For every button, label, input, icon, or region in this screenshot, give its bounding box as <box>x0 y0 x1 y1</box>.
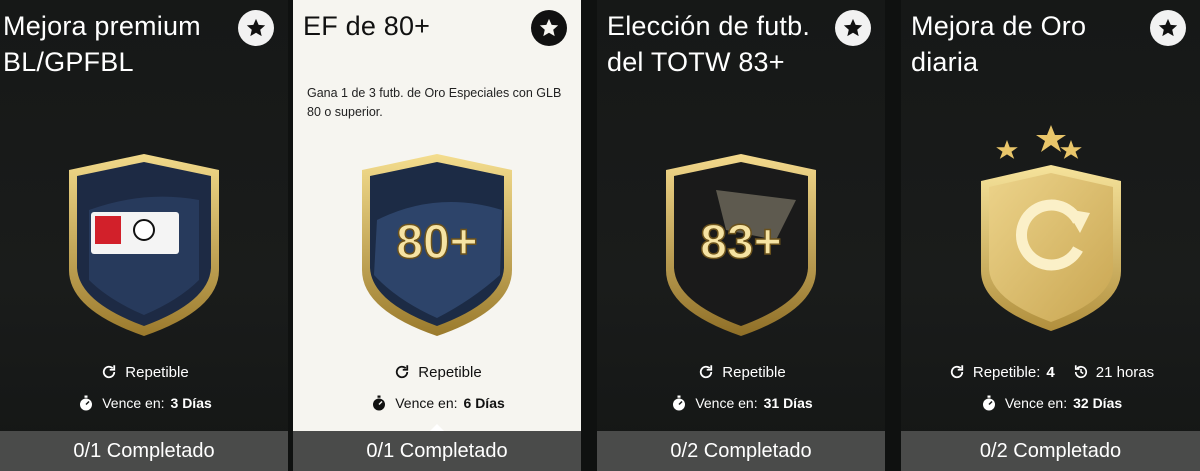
objective-card-ef-80[interactable]: EF de 80+ Gana 1 de 3 futb. de Oro Espec… <box>293 0 581 471</box>
expires-value: 31 Días <box>763 395 813 411</box>
progress-bar: 0/2 Completado <box>901 431 1200 471</box>
favorite-star-button[interactable] <box>1150 10 1186 46</box>
expires-value: 6 Días <box>463 395 505 411</box>
repeat-icon <box>392 362 412 382</box>
star-icon <box>246 18 266 37</box>
progress-label: 0/1 Completado <box>366 439 508 462</box>
card-title: Mejora de Oro diaria <box>911 11 1087 77</box>
card-title: Elección de futb. del TOTW 83+ <box>607 11 811 77</box>
selection-caret <box>430 424 444 431</box>
stopwatch-icon <box>369 393 389 413</box>
progress-bar: 0/1 Completado <box>293 431 581 471</box>
gold-80-shield-icon: 80+ <box>362 154 512 336</box>
favorite-star-button[interactable] <box>835 10 871 46</box>
expires-label: Vence en: <box>695 395 758 411</box>
stopwatch-icon <box>979 393 999 413</box>
repeat-icon <box>947 362 967 382</box>
expires-label: Vence en: <box>395 395 458 411</box>
card-title: EF de 80+ <box>303 11 431 41</box>
repeat-label: Repetible <box>418 363 482 381</box>
card-description: Gana 1 de 3 futb. de Oro Especiales con … <box>307 86 562 119</box>
favorite-star-button[interactable] <box>238 10 274 46</box>
repeat-count: 4 <box>1046 363 1055 381</box>
stopwatch-icon <box>76 393 96 413</box>
expires-label: Vence en: <box>1004 395 1068 411</box>
repeat-label: Repetible <box>125 363 189 381</box>
objective-card-daily-gold[interactable]: Mejora de Oro diaria Repetible: 4 21 hor… <box>901 0 1200 471</box>
progress-label: 0/2 Completado <box>979 439 1122 462</box>
card-title: Mejora premium BL/GPFBL <box>3 11 201 77</box>
repeat-icon <box>696 362 716 382</box>
expires-value: 3 Días <box>170 395 212 411</box>
expires-value: 32 Días <box>1073 395 1123 411</box>
badge-rating: 80+ <box>396 216 477 269</box>
totw-83-shield-icon: 83+ <box>666 154 816 336</box>
expires-label: Vence en: <box>102 395 165 411</box>
history-icon <box>1071 362 1091 382</box>
repeat-label: Repetible <box>722 363 786 381</box>
reset-value: 21 horas <box>1095 363 1155 381</box>
badge-rating: 83+ <box>700 216 781 269</box>
stopwatch-icon <box>669 393 689 413</box>
objective-card-bl-premium[interactable]: Mejora premium BL/GPFBL Repetible Vence … <box>0 0 288 471</box>
favorite-star-button[interactable] <box>531 10 567 46</box>
progress-bar: 0/1 Completado <box>0 431 288 471</box>
refresh-gold-shield-icon <box>980 125 1121 331</box>
objective-card-totw-83[interactable]: Elección de futb. del TOTW 83+ 83+ Repet… <box>597 0 885 471</box>
repeat-label: Repetible: <box>972 363 1041 381</box>
progress-label: 0/2 Completado <box>670 439 812 462</box>
progress-label: 0/1 Completado <box>73 439 215 462</box>
bundesliga-shield-icon <box>69 154 219 336</box>
star-icon <box>1158 18 1178 37</box>
progress-bar: 0/2 Completado <box>597 431 885 471</box>
repeat-icon <box>99 362 119 382</box>
star-icon <box>539 18 559 37</box>
star-icon <box>843 18 863 37</box>
